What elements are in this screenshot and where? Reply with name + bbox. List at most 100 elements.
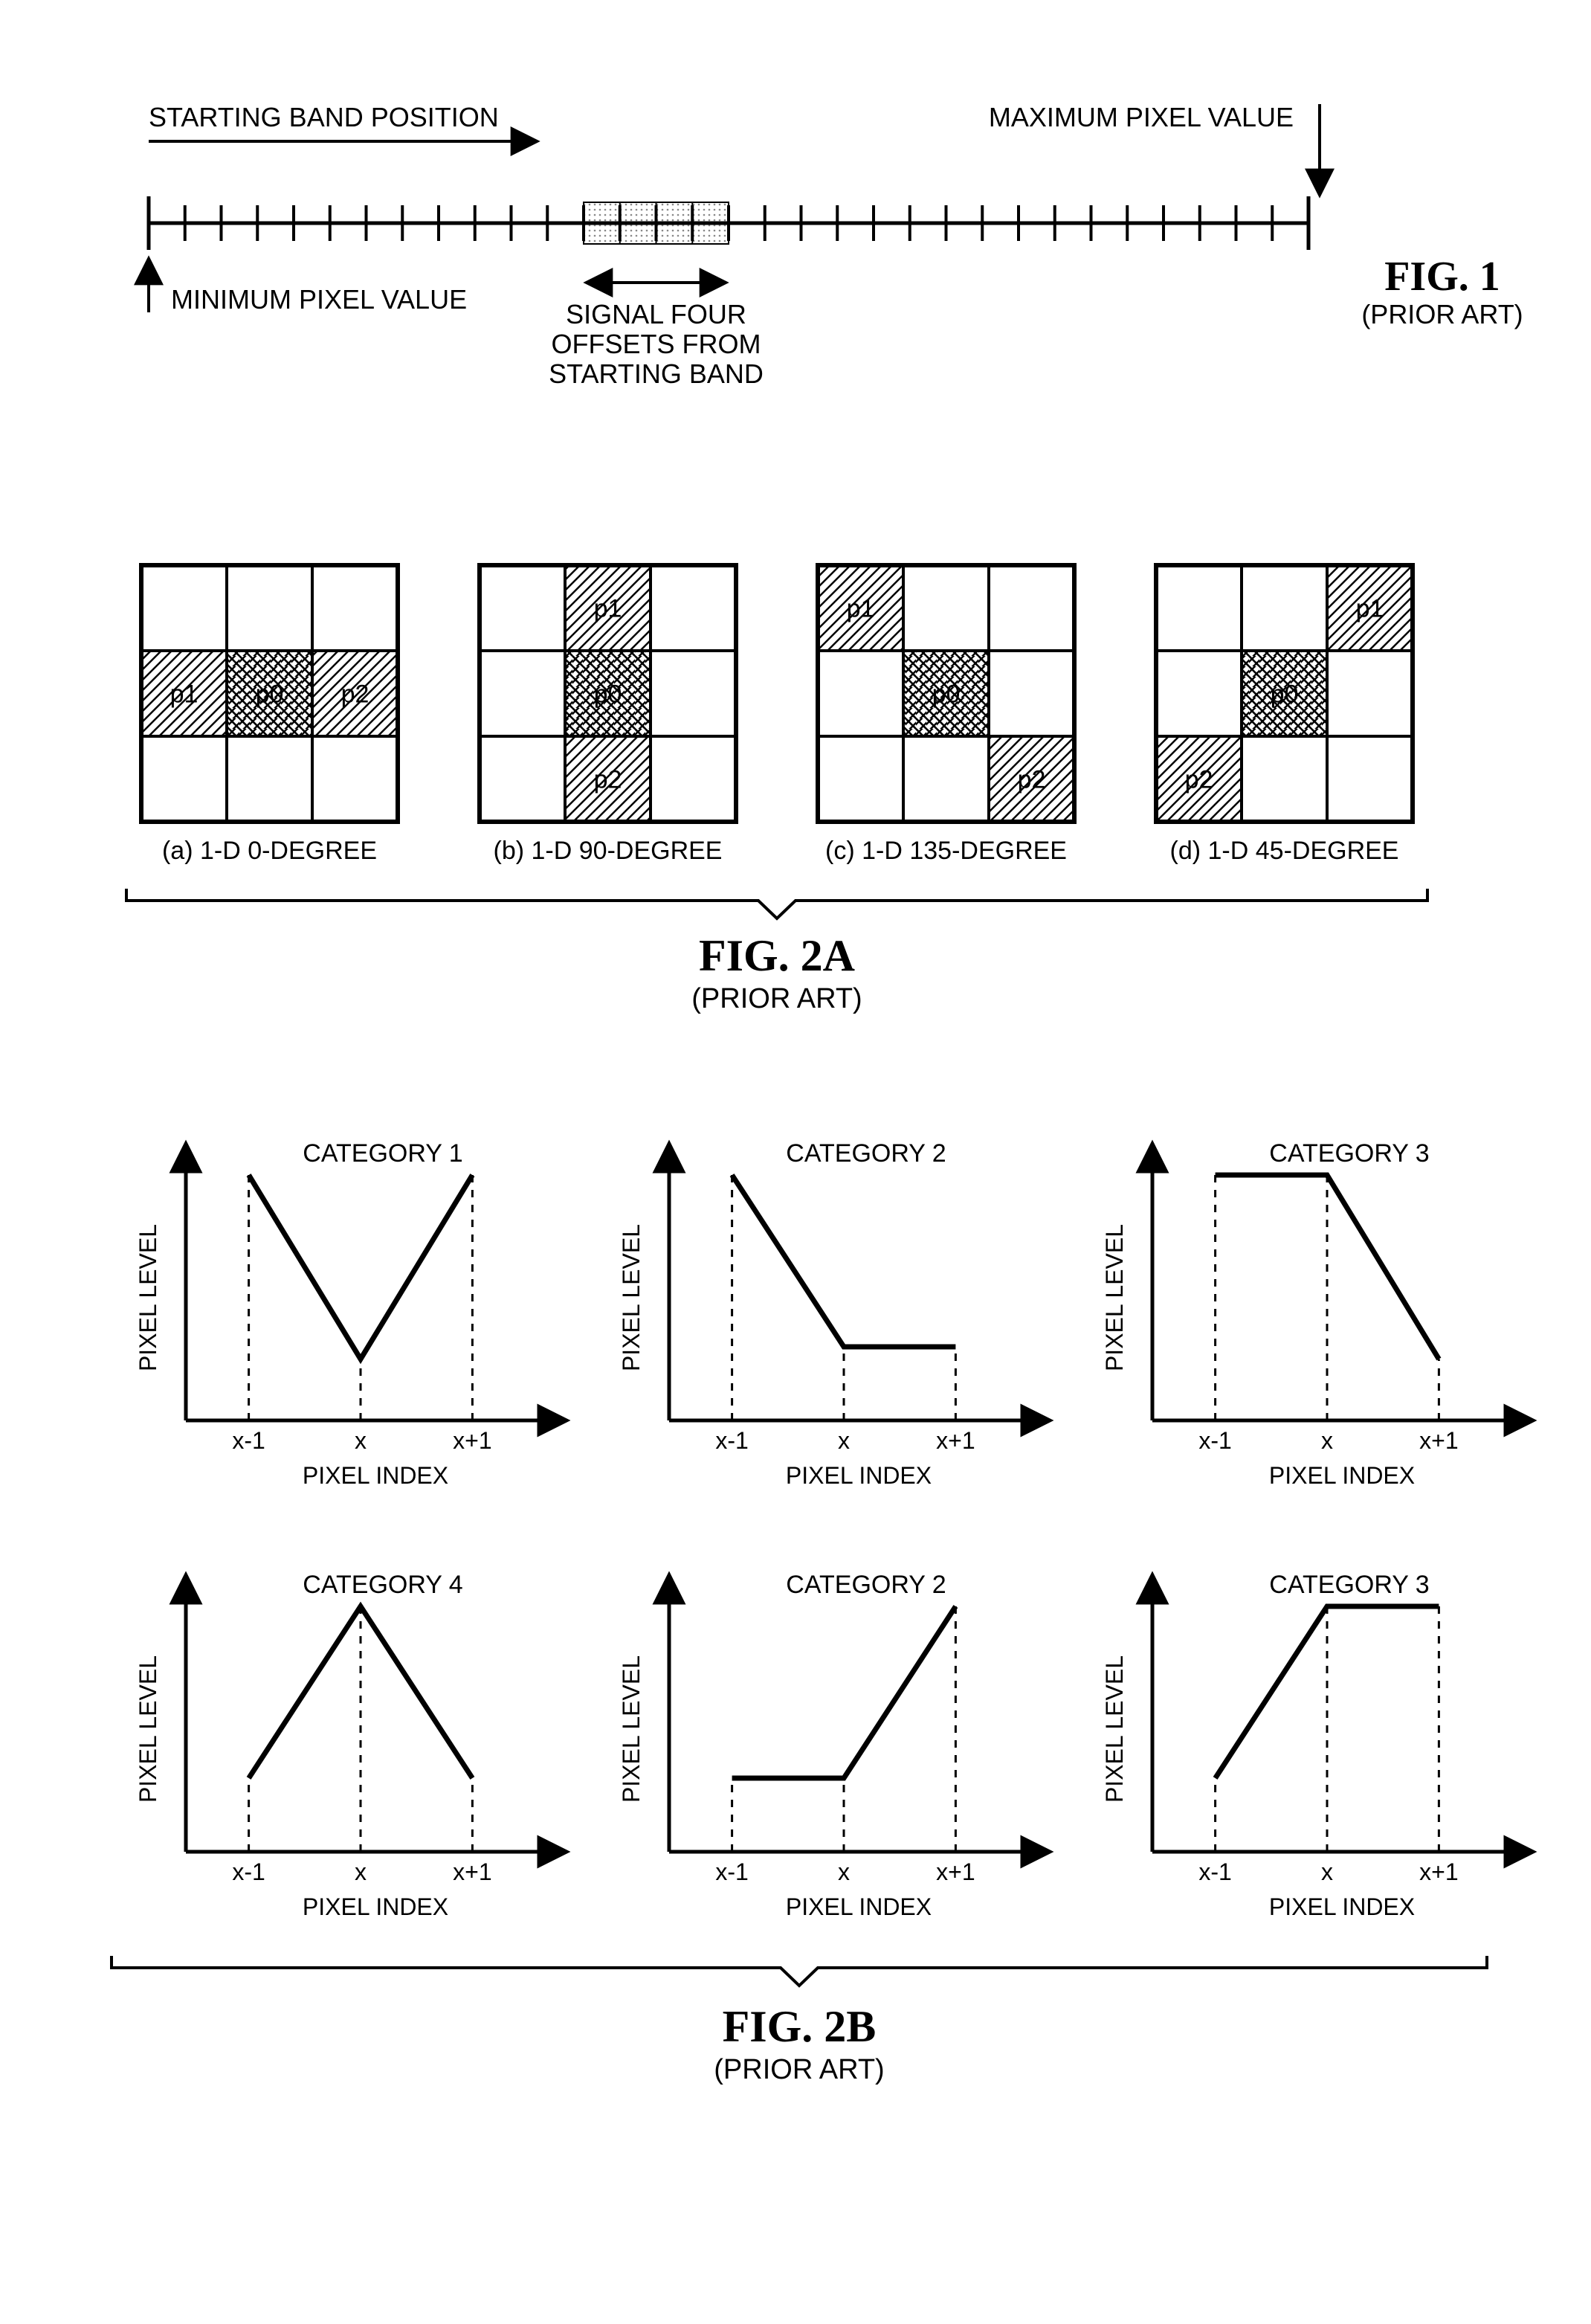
x-tick-label: x xyxy=(355,1858,367,1885)
pixel-label: p0 xyxy=(932,680,961,709)
signal-offsets-label: STARTING BAND xyxy=(549,358,764,389)
x-tick-label: x+1 xyxy=(1419,1858,1458,1885)
y-axis-label: PIXEL LEVEL xyxy=(135,1655,161,1803)
data-line xyxy=(732,1606,956,1778)
grid-cell xyxy=(989,565,1074,651)
x-tick-label: x+1 xyxy=(1419,1427,1458,1454)
grid-cell xyxy=(818,651,903,736)
grid-cell xyxy=(989,651,1074,736)
pixel-label: p1 xyxy=(170,680,199,709)
pixel-label: p0 xyxy=(594,680,622,709)
grid-cell xyxy=(312,565,398,651)
x-tick-label: x-1 xyxy=(1198,1858,1231,1885)
pixel-label: p1 xyxy=(1356,595,1384,623)
grid-cell xyxy=(1242,736,1327,822)
brace xyxy=(126,889,1427,918)
grid-cell xyxy=(141,736,227,822)
grid-cell xyxy=(1327,736,1413,822)
x-tick-label: x xyxy=(1321,1427,1333,1454)
x-tick-label: x-1 xyxy=(715,1858,748,1885)
eo-grid: p1 p0 p2 (b) 1-D 90-DEGREE xyxy=(480,565,736,865)
category-plot: CATEGORY 2x-1xx+1PIXEL LEVELPIXEL INDEX xyxy=(618,1571,1048,1920)
grid-cell xyxy=(227,736,312,822)
fig-2a: p1p0p2(a) 1-D 0-DEGREEp1p0p2(b) 1-D 90-D… xyxy=(126,565,1427,1014)
x-tick-label: x+1 xyxy=(453,1858,491,1885)
grid-cell xyxy=(1242,565,1327,651)
min-pixel-label: MINIMUM PIXEL VALUE xyxy=(171,284,467,315)
signal-offsets-label: SIGNAL FOUR xyxy=(566,299,746,329)
x-tick-label: x+1 xyxy=(936,1858,975,1885)
brace xyxy=(112,1956,1487,1986)
x-axis-label: PIXEL INDEX xyxy=(303,1893,448,1920)
pixel-label: p2 xyxy=(1185,766,1213,794)
pixel-label: p0 xyxy=(1271,680,1299,709)
grid-cell xyxy=(312,736,398,822)
category-plot: CATEGORY 1 x-1 x x+1 PIXEL LEVEL PIXEL INDEX xyxy=(135,1139,565,1489)
grid-cell xyxy=(903,565,989,651)
fig2b-title: FIG. 2B xyxy=(723,2002,877,2051)
y-axis-label: PIXEL LEVEL xyxy=(618,1224,645,1371)
x-tick-label: x-1 xyxy=(715,1427,748,1454)
x-tick-label: x-1 xyxy=(1198,1427,1231,1454)
category-plot: CATEGORY 3 x-1 x x+1 PIXEL LEVEL PIXEL INDEX xyxy=(1101,1139,1532,1489)
grid-caption: (b) 1-D 90-DEGREE xyxy=(494,837,723,865)
fig-2b: CATEGORY 1x-1xx+1PIXEL LEVELPIXEL INDEXC… xyxy=(112,1139,1532,2085)
category-plot: CATEGORY 3x-1xx+1PIXEL LEVELPIXEL INDEX xyxy=(1101,1571,1532,1920)
x-axis-label: PIXEL INDEX xyxy=(1269,1893,1415,1920)
fig2b-subtitle: (PRIOR ART) xyxy=(714,2054,884,2085)
pixel-label: p1 xyxy=(847,595,875,623)
plot-title: CATEGORY 3 xyxy=(1269,1139,1429,1168)
pixel-label: p1 xyxy=(594,595,622,623)
eo-grid: p1p0p2(a) 1-D 0-DEGREE xyxy=(141,565,398,865)
category-plot: CATEGORY 2x-1xx+1PIXEL LEVELPIXEL INDEX xyxy=(618,1139,1048,1489)
grid-cell xyxy=(651,565,736,651)
fig2a-title: FIG. 2A xyxy=(699,931,855,980)
grid-cell xyxy=(651,651,736,736)
x-tick-label: x xyxy=(838,1858,850,1885)
grid-cell xyxy=(227,565,312,651)
grid-cell xyxy=(480,736,565,822)
x-tick-label: x xyxy=(355,1427,367,1454)
plot-title: CATEGORY 4 xyxy=(303,1571,462,1599)
grid-cell xyxy=(903,736,989,822)
x-tick-label: x xyxy=(1321,1858,1333,1885)
plot-title: CATEGORY 2 xyxy=(786,1571,946,1599)
plot-title: CATEGORY 1 xyxy=(303,1139,462,1168)
y-axis-label: PIXEL LEVEL xyxy=(1101,1655,1128,1803)
data-line xyxy=(732,1175,956,1347)
fig1-title: FIG. 1 xyxy=(1384,254,1500,300)
x-tick-label: x xyxy=(838,1427,850,1454)
fig2a-subtitle: (PRIOR ART) xyxy=(691,983,862,1014)
pixel-label: p2 xyxy=(341,680,369,709)
x-tick-label: x-1 xyxy=(232,1858,265,1885)
signal-offsets-label: OFFSETS FROM xyxy=(552,329,761,359)
x-tick-label: x+1 xyxy=(936,1427,975,1454)
max-pixel-label: MAXIMUM PIXEL VALUE xyxy=(989,102,1294,132)
data-line xyxy=(249,1175,473,1359)
pixel-label: p2 xyxy=(594,766,622,794)
grid-caption: (c) 1-D 135-DEGREE xyxy=(825,837,1067,865)
x-tick-label: x+1 xyxy=(453,1427,491,1454)
grid-cell xyxy=(651,736,736,822)
grid-cell xyxy=(818,736,903,822)
fig1-subtitle: (PRIOR ART) xyxy=(1361,299,1523,329)
eo-grid: p1 p0 p2 (c) 1-D 135-DEGREE xyxy=(818,565,1074,865)
y-axis-label: PIXEL LEVEL xyxy=(135,1224,161,1371)
category-plot: CATEGORY 4 x-1 x x+1 PIXEL LEVEL PIXEL INDEX xyxy=(135,1571,565,1920)
data-line xyxy=(249,1606,473,1778)
fig-1: STARTING BAND POSITION MAXIMUM PIXEL VALU… xyxy=(149,102,1523,389)
x-axis-label: PIXEL INDEX xyxy=(1269,1462,1415,1489)
pixel-label: p0 xyxy=(256,680,284,709)
grid-cell xyxy=(1327,651,1413,736)
patent-figure-page: STARTING BAND POSITION MAXIMUM PIXEL VALU… xyxy=(0,0,1591,2324)
starting-band-label: STARTING BAND POSITION xyxy=(149,102,499,132)
x-axis-label: PIXEL INDEX xyxy=(303,1462,448,1489)
eo-grid: p1p0p2(d) 1-D 45-DEGREE xyxy=(1156,565,1413,865)
grid-cell xyxy=(141,565,227,651)
y-axis-label: PIXEL LEVEL xyxy=(1101,1224,1128,1371)
plot-title: CATEGORY 2 xyxy=(786,1139,946,1168)
x-tick-label: x-1 xyxy=(232,1427,265,1454)
y-axis-label: PIXEL LEVEL xyxy=(618,1655,645,1803)
data-line xyxy=(1216,1606,1439,1778)
pixel-label: p2 xyxy=(1018,766,1046,794)
